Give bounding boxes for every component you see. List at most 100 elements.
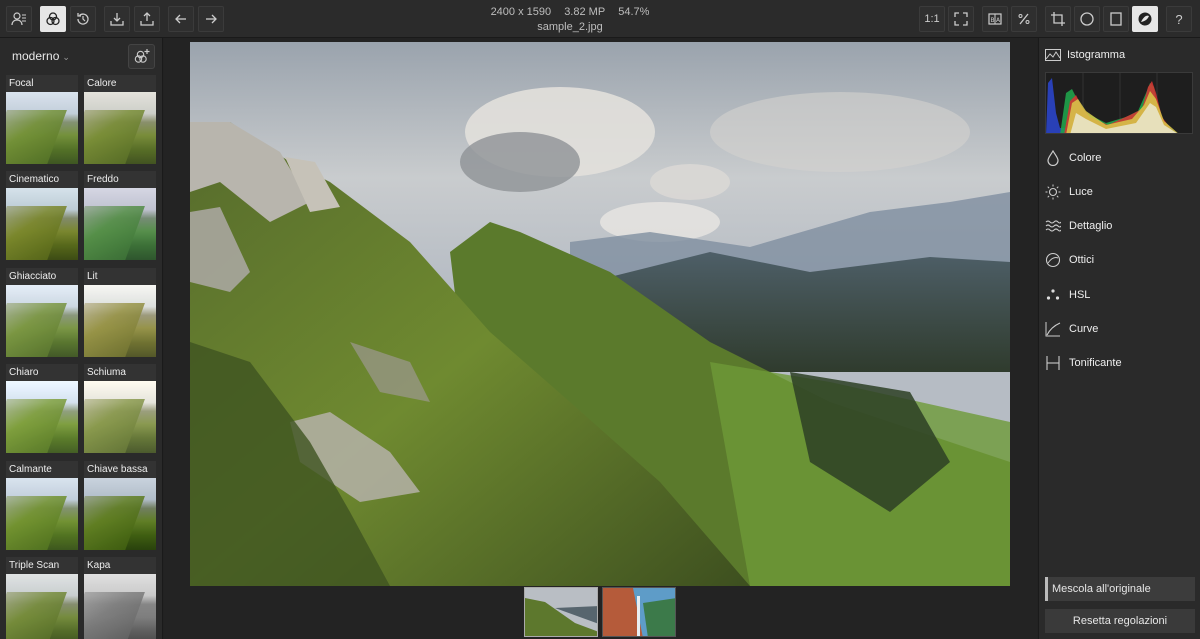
add-preset-button[interactable] xyxy=(128,44,155,69)
preset-preview xyxy=(6,188,78,260)
preset-chiaro[interactable]: Chiaro xyxy=(6,364,78,454)
help-button[interactable]: ? xyxy=(1166,6,1192,32)
tool-curve[interactable]: Curve xyxy=(1045,320,1098,338)
preset-label: Schiuma xyxy=(84,364,156,381)
preset-preview xyxy=(6,381,78,453)
preset-freddo[interactable]: Freddo xyxy=(84,171,156,261)
image-megapixels: 3.82 MP xyxy=(564,6,606,18)
edit-tone-button[interactable] xyxy=(1132,6,1158,32)
zoom-level: 54.7% xyxy=(618,6,650,18)
export-icon xyxy=(140,12,154,26)
history-button[interactable] xyxy=(70,6,96,32)
adjustments-panel: Istogramma Colore Luce Dettaglio Ottici … xyxy=(1038,38,1200,639)
crop-icon xyxy=(1051,12,1065,26)
percent-icon xyxy=(1018,13,1030,25)
preset-schiuma[interactable]: Schiuma xyxy=(84,364,156,454)
preset-label: Calmante xyxy=(6,461,78,478)
export-button[interactable] xyxy=(134,6,160,32)
vignette-button[interactable] xyxy=(1074,6,1100,32)
preset-cinematico[interactable]: Cinematico xyxy=(6,171,78,261)
preset-category-select[interactable]: moderno ⌄ xyxy=(12,49,70,63)
preset-triple-scan[interactable]: Triple Scan xyxy=(6,557,78,639)
zoom-1-1-button[interactable]: 1:1 xyxy=(919,6,945,32)
help-icon: ? xyxy=(1175,11,1183,27)
preset-label: Lit xyxy=(84,268,156,285)
tool-tonificante[interactable]: Tonificante xyxy=(1045,354,1122,372)
preset-calore[interactable]: Calore xyxy=(84,75,156,165)
curve-icon xyxy=(1045,321,1061,337)
lens-icon xyxy=(1045,252,1061,268)
image-dimensions: 2400 x 1590 xyxy=(490,6,552,18)
main-photo[interactable] xyxy=(190,42,1010,586)
history-icon xyxy=(77,13,89,25)
preset-lit[interactable]: Lit xyxy=(84,268,156,358)
compare-icon: BA xyxy=(988,13,1002,25)
chevron-down-icon: ⌄ xyxy=(62,52,70,62)
preset-ghiacciato[interactable]: Ghiacciato xyxy=(6,268,78,358)
histogram-icon xyxy=(1045,49,1061,61)
preset-label: Cinematico xyxy=(6,171,78,188)
filmstrip-thumb-1[interactable] xyxy=(524,587,598,637)
tool-label: Colore xyxy=(1069,152,1102,164)
preset-chiave-bassa[interactable]: Chiave bassa xyxy=(84,461,156,551)
fit-screen-button[interactable] xyxy=(948,6,974,32)
file-info: 2400 x 1590 3.82 MP 54.7% sample_2.jpg xyxy=(450,5,690,35)
redo-button[interactable] xyxy=(198,6,224,32)
import-button[interactable] xyxy=(104,6,130,32)
profile-menu-icon xyxy=(11,12,26,26)
mix-with-original-slider[interactable]: Mescola all'originale xyxy=(1045,577,1195,601)
crop-button[interactable] xyxy=(1045,6,1071,32)
histogram-label: Istogramma xyxy=(1067,49,1126,61)
drop-icon xyxy=(1045,150,1061,166)
histogram-chart xyxy=(1045,72,1193,134)
preset-category-label: moderno xyxy=(12,49,60,63)
tool-dettaglio[interactable]: Dettaglio xyxy=(1045,217,1112,235)
frame-icon xyxy=(1110,12,1122,26)
svg-text:B: B xyxy=(991,17,995,24)
image-canvas[interactable] xyxy=(164,38,1037,639)
preset-preview xyxy=(6,285,78,357)
top-toolbar: 2400 x 1590 3.82 MP 54.7% sample_2.jpg 1… xyxy=(0,0,1200,38)
preset-label: Calore xyxy=(84,75,156,92)
waves-icon xyxy=(1045,218,1061,234)
preset-label: Chiaro xyxy=(6,364,78,381)
preset-preview xyxy=(6,478,78,550)
tool-hsl[interactable]: HSL xyxy=(1045,286,1090,304)
preset-kapa[interactable]: Kapa xyxy=(84,557,156,639)
preset-preview xyxy=(84,285,156,357)
preset-preview xyxy=(6,574,78,639)
presets-icon xyxy=(46,12,60,26)
fit-screen-icon xyxy=(954,12,968,26)
tool-label: Ottici xyxy=(1069,254,1095,266)
compare-button[interactable]: BA xyxy=(982,6,1008,32)
undo-button[interactable] xyxy=(168,6,194,32)
import-icon xyxy=(110,13,124,26)
filmstrip-thumb-2[interactable] xyxy=(602,587,676,637)
profile-menu-button[interactable] xyxy=(6,6,32,32)
preset-focal[interactable]: Focal xyxy=(6,75,78,165)
sun-icon xyxy=(1045,184,1061,200)
frame-button[interactable] xyxy=(1103,6,1129,32)
presets-button[interactable] xyxy=(40,6,66,32)
preset-label: Kapa xyxy=(84,557,156,574)
preset-preview xyxy=(84,574,156,639)
preset-preview xyxy=(84,92,156,164)
tool-colore[interactable]: Colore xyxy=(1045,149,1101,167)
tool-ottici[interactable]: Ottici xyxy=(1045,251,1094,269)
histogram-header[interactable]: Istogramma xyxy=(1045,49,1125,61)
preset-label: Freddo xyxy=(84,171,156,188)
preset-preview xyxy=(84,188,156,260)
preset-preview xyxy=(84,381,156,453)
histogram-graph xyxy=(1046,73,1178,133)
svg-text:A: A xyxy=(996,17,1001,24)
tool-luce[interactable]: Luce xyxy=(1045,183,1093,201)
preset-calmante[interactable]: Calmante xyxy=(6,461,78,551)
filmstrip-image-2 xyxy=(603,588,675,636)
preset-preview xyxy=(84,478,156,550)
tool-label: Curve xyxy=(1069,323,1099,335)
reset-adjustments-button[interactable]: Resetta regolazioni xyxy=(1045,609,1195,633)
tool-label: Luce xyxy=(1069,186,1093,198)
tool-label: HSL xyxy=(1069,289,1091,301)
percent-button[interactable] xyxy=(1011,6,1037,32)
preset-label: Triple Scan xyxy=(6,557,78,574)
